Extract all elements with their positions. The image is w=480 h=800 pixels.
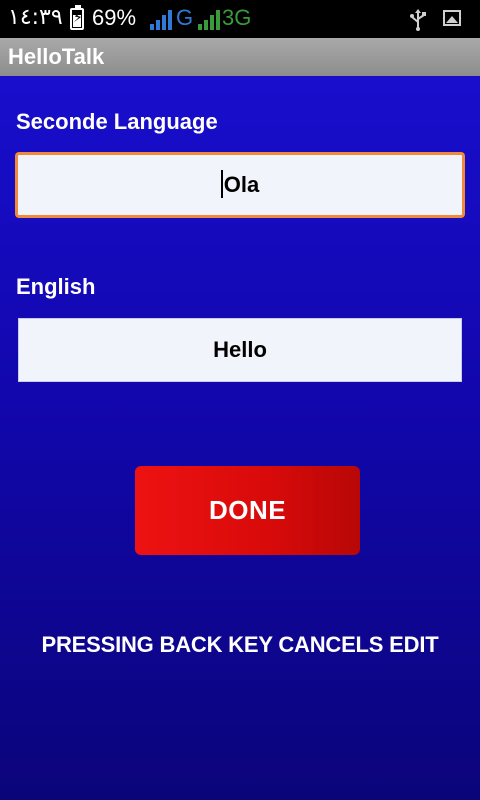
english-label: English xyxy=(16,274,96,299)
title-bar: HelloTalk xyxy=(0,38,480,76)
second-language-input[interactable]: Ola xyxy=(15,152,465,218)
text-caret xyxy=(220,170,223,199)
network-type-label: 3G xyxy=(222,5,252,30)
usb-icon xyxy=(410,9,426,31)
status-time: ١٤:٣٩ xyxy=(8,5,63,30)
english-value: Hello xyxy=(213,337,267,362)
status-bar: ١٤:٣٩ ⚡ 69% G 3G xyxy=(0,0,480,38)
second-language-label: Seconde Language xyxy=(16,109,218,134)
battery-percent: 69% xyxy=(92,5,137,30)
network-type-label: G xyxy=(176,5,194,30)
hint-text: PRESSING BACK KEY CANCELS EDIT xyxy=(41,632,439,657)
image-notification-icon xyxy=(443,10,461,26)
app-title: HelloTalk xyxy=(8,44,105,69)
signal-icon xyxy=(198,8,222,30)
done-button[interactable]: DONE xyxy=(135,466,360,555)
signal-icon xyxy=(150,8,174,30)
charging-bolt-icon: ⚡ xyxy=(73,9,83,25)
second-language-value: Ola xyxy=(223,172,260,197)
english-input[interactable]: Hello xyxy=(18,318,462,382)
